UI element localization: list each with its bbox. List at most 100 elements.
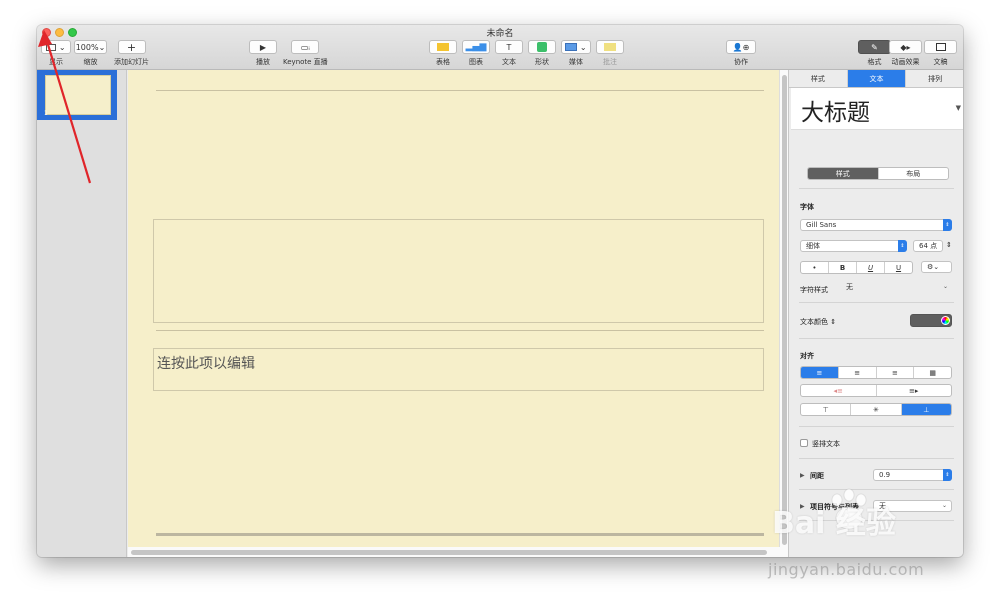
increase-indent-icon[interactable]: ≡▸ <box>877 385 952 396</box>
keynote-live-label: Keynote 直播 <box>283 58 328 66</box>
watermark-url: jingyan.baidu.com <box>768 560 925 579</box>
font-section-title: 字体 <box>800 203 814 211</box>
bold-button[interactable]: B <box>829 262 857 273</box>
font-size-stepper[interactable]: ⇕ <box>946 241 952 249</box>
indent-buttons: ◂≡ ≡▸ <box>800 384 952 397</box>
animate-icon: ◆▸ <box>900 42 911 52</box>
bullet-button[interactable]: • <box>801 262 829 273</box>
format-inspector: 样式 文本 排列 大标题 ▼ 样式 布局 字体 Gill Sans ⇕ 细体 ⇕… <box>788 70 963 557</box>
char-style-label: 字符样式 <box>800 286 828 294</box>
body-placeholder[interactable]: 连按此项以编辑 <box>153 348 764 391</box>
align-left-icon[interactable]: ≡ <box>801 367 839 378</box>
gear-icon: ⚙⌄ <box>927 263 940 271</box>
align-right-icon[interactable]: ≡ <box>877 367 915 378</box>
zoom-control[interactable]: 100% ⌄ 缩放 <box>74 40 107 67</box>
separator <box>799 489 954 490</box>
document-button[interactable]: 文稿 <box>924 40 957 67</box>
separator <box>799 338 954 339</box>
subtab-layout[interactable]: 布局 <box>879 168 949 179</box>
document-icon <box>935 43 946 51</box>
title-guide-line <box>156 90 764 91</box>
disclosure-triangle-icon[interactable]: ▶ <box>800 472 805 479</box>
text-options-button[interactable]: ⚙⌄ <box>921 261 952 273</box>
text-icon: T <box>506 42 512 52</box>
keynote-live-button[interactable]: ▭ᵢ Keynote 直播 <box>283 40 328 67</box>
text-color-label-text: 文本颜色 <box>800 318 828 326</box>
style-layout-toggle: 样式 布局 <box>807 167 949 180</box>
table-button[interactable]: 表格 <box>429 40 457 67</box>
comment-label: 批注 <box>603 58 617 66</box>
align-bottom-icon[interactable]: ⊥ <box>901 404 951 415</box>
font-weight-value: 细体 <box>806 242 820 250</box>
view-control[interactable]: ⌄ 显示 <box>41 40 71 67</box>
text-color-well[interactable] <box>910 314 952 327</box>
color-wheel-icon <box>941 316 950 325</box>
separator <box>799 302 954 303</box>
spacing-label[interactable]: 间距 <box>810 471 824 481</box>
sidebar-view-icon <box>46 43 57 51</box>
spacing-value: 0.9 <box>879 471 891 479</box>
tab-style[interactable]: 样式 <box>789 70 848 87</box>
shape-button[interactable]: 形状 <box>528 40 556 67</box>
animate-button[interactable]: ◆▸ 动画效果 <box>889 40 922 67</box>
tab-text[interactable]: 文本 <box>847 70 907 87</box>
paintbrush-icon: ✎ <box>871 42 878 52</box>
alignment-section-title: 对齐 <box>800 352 814 360</box>
chart-icon: ▂▄▆ <box>465 42 487 52</box>
align-top-icon[interactable]: ⊤ <box>801 404 852 415</box>
table-label: 表格 <box>436 58 450 66</box>
vertical-text-checkbox[interactable] <box>800 439 808 447</box>
align-middle-icon[interactable]: ✳ <box>851 404 902 415</box>
media-button[interactable]: ⌄ 媒体 <box>561 40 591 67</box>
format-button[interactable]: ✎ 格式 <box>858 40 891 67</box>
vertical-alignment-buttons: ⊤ ✳ ⊥ <box>800 403 952 416</box>
paragraph-style-picker[interactable]: 大标题 ▼ <box>791 88 963 130</box>
animate-label: 动画效果 <box>891 58 920 66</box>
updown-icon: ⇕ <box>943 219 952 231</box>
tab-arrange[interactable]: 排列 <box>906 70 963 87</box>
format-label: 格式 <box>867 58 882 66</box>
collaborate-button[interactable]: 👤⊕ 协作 <box>726 40 756 67</box>
chart-label: 图表 <box>469 58 483 66</box>
caret-down-icon: ▼ <box>955 104 961 112</box>
updown-icon: ⇕ <box>898 240 907 252</box>
underline-button[interactable]: U <box>885 262 912 273</box>
italic-button[interactable]: U <box>857 262 885 273</box>
slide-number: 1 <box>44 110 48 117</box>
add-slide-button[interactable]: + 添加幻灯片 <box>114 40 149 67</box>
subtab-style[interactable]: 样式 <box>808 168 879 179</box>
comment-button[interactable]: 批注 <box>596 40 624 67</box>
align-justify-icon[interactable]: ▦ <box>914 367 951 378</box>
text-label: 文本 <box>502 58 516 66</box>
separator <box>799 188 954 189</box>
font-size-value: 64 点 <box>919 242 938 250</box>
vertical-scroll-thumb[interactable] <box>782 75 787 545</box>
text-color-label[interactable]: 文本颜色 ⇕ <box>800 317 836 327</box>
text-button[interactable]: T 文本 <box>495 40 523 67</box>
char-style-value: 无 <box>846 283 853 291</box>
spacing-select[interactable]: 0.9 ⇕ <box>873 469 952 481</box>
slide-bottom-bar <box>156 533 764 536</box>
vertical-scrollbar[interactable] <box>780 70 788 557</box>
slide-navigator: 1 <box>37 70 127 557</box>
toolbar: 未命名 ⌄ 显示 100% ⌄ 缩放 + 添加幻灯片 ▶ 播放 ▭ᵢ Keynot… <box>37 25 963 70</box>
font-size-field[interactable]: 64 点 <box>913 240 943 252</box>
align-center-icon[interactable]: ≡ <box>839 367 877 378</box>
font-family-select[interactable]: Gill Sans ⇕ <box>800 219 952 231</box>
slide[interactable]: 连按此项以编辑 <box>128 70 780 547</box>
inspector-tabs: 样式 文本 排列 <box>789 70 963 88</box>
play-button[interactable]: ▶ 播放 <box>249 40 277 67</box>
separator <box>799 458 954 459</box>
slide-thumbnail-1[interactable]: 1 <box>37 70 117 120</box>
font-weight-select[interactable]: 细体 ⇕ <box>800 240 907 252</box>
char-style-select[interactable]: 无 ⌄ <box>841 282 952 294</box>
title-placeholder[interactable] <box>153 219 764 323</box>
comment-icon <box>604 43 616 51</box>
horizontal-scrollbar[interactable] <box>128 547 780 557</box>
keynote-window: 未命名 ⌄ 显示 100% ⌄ 缩放 + 添加幻灯片 ▶ 播放 ▭ᵢ Keynot… <box>37 25 963 557</box>
horizontal-scroll-thumb[interactable] <box>131 550 767 555</box>
decrease-indent-icon[interactable]: ◂≡ <box>801 385 877 396</box>
watermark-logo: Bai 经验 <box>772 506 896 541</box>
shape-label: 形状 <box>535 58 549 66</box>
chart-button[interactable]: ▂▄▆ 图表 <box>462 40 490 67</box>
